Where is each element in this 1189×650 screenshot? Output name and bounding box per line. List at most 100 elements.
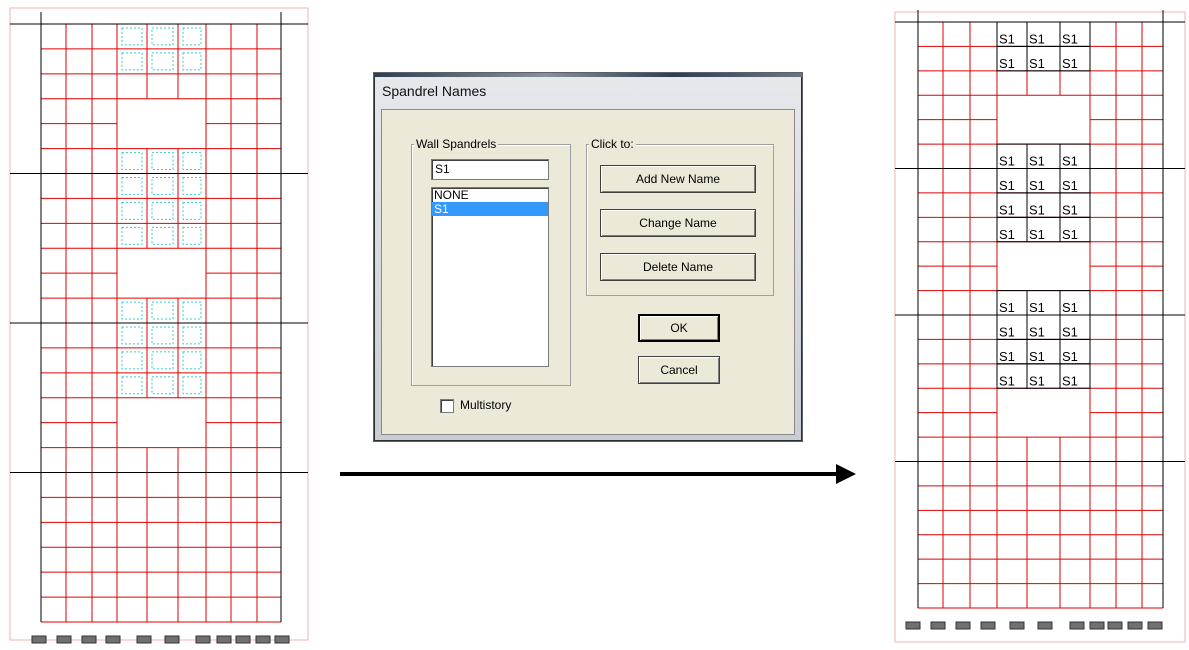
spandrel-label: S1 xyxy=(1029,300,1045,315)
spandrel-label: S1 xyxy=(1029,373,1045,388)
spandrel-marker-icon xyxy=(121,376,143,395)
spandrel-label: S1 xyxy=(1062,227,1078,242)
spandrel-marker-icon xyxy=(121,52,143,71)
spandrel-label: S1 xyxy=(999,154,1015,169)
spandrel-marker-icon xyxy=(182,152,202,170)
spandrel-marker-icon xyxy=(151,351,174,370)
spandrel-label: S1 xyxy=(1062,31,1078,46)
elevation-after: S1 S1 S1 S1 S1 S1 S1 S1 S1 S1 S1 S1 S1 S1 S1 S1 S1 S1 S1 S1… xyxy=(894,10,1186,643)
spandrel-marker-icon xyxy=(151,376,174,395)
spandrel-marker-icon xyxy=(182,52,202,71)
spandrel-label: S1 xyxy=(1029,349,1045,364)
support-icon xyxy=(31,635,47,644)
support-icon xyxy=(905,621,921,630)
title-bar xyxy=(374,73,802,77)
spandrel-label: S1 xyxy=(999,373,1015,388)
support-icon xyxy=(216,635,232,644)
spandrel-marker-icon xyxy=(182,177,202,195)
spandrel-names-dialog: Spandrel Names Wall Spandrels S1 NONE S1… xyxy=(373,72,803,442)
click-to-group: Click to: Add New Name Change Name Delet… xyxy=(586,137,774,296)
spandrel-label: S1 xyxy=(1062,373,1078,388)
support-icon xyxy=(195,635,211,644)
spandrel-label: S1 xyxy=(999,56,1015,71)
panel-border xyxy=(9,7,309,641)
spandrel-marker-icon xyxy=(182,376,202,395)
spandrel-label: S1 xyxy=(1029,227,1045,242)
spandrel-marker-icon xyxy=(182,351,202,370)
dialog-client-area: Wall Spandrels S1 NONE S1 Click to: Add … xyxy=(381,109,795,435)
spandrel-label: S1 xyxy=(1029,202,1045,217)
support-icon xyxy=(930,621,946,630)
spandrel-label: S1 xyxy=(999,178,1015,193)
spandrel-marker-icon xyxy=(121,27,143,46)
spandrel-marker-icon xyxy=(121,351,143,370)
support-icon xyxy=(955,621,971,630)
support-icon xyxy=(274,635,290,644)
spandrel-marker-icon xyxy=(121,301,143,320)
spandrel-marker-icon xyxy=(121,152,143,170)
spandrel-marker-icon xyxy=(121,201,143,220)
spandrel-label: S1 xyxy=(1062,154,1078,169)
spandrel-marker-icon xyxy=(151,301,174,320)
elevation-before xyxy=(9,7,309,644)
delete-name-button[interactable]: Delete Name xyxy=(600,253,756,281)
support-icon xyxy=(1147,621,1163,630)
spandrel-label: S1 xyxy=(1062,349,1078,364)
support-icon xyxy=(81,635,97,644)
add-new-name-button[interactable]: Add New Name xyxy=(600,165,756,193)
spandrel-marker-icon xyxy=(182,27,202,46)
spandrel-marker-icon xyxy=(182,201,202,220)
cancel-button[interactable]: Cancel xyxy=(638,356,720,384)
spandrel-marker-icon xyxy=(182,226,202,245)
dialog-title: Spandrel Names xyxy=(382,83,487,99)
spandrel-label: S1 xyxy=(1062,300,1078,315)
spandrel-marker-icon xyxy=(121,226,143,245)
spandrel-label: S1 xyxy=(1029,154,1045,169)
spandrel-marker-icon xyxy=(151,177,174,195)
spandrel-label: S1 xyxy=(1029,324,1045,339)
spandrel-label: S1 xyxy=(1062,56,1078,71)
spandrel-marker-icon xyxy=(151,27,174,46)
support-icon xyxy=(1069,621,1085,630)
support-icon xyxy=(136,635,152,644)
support-icon xyxy=(1107,621,1123,630)
spandrel-marker-icon xyxy=(121,326,143,345)
spandrel-marker-icon xyxy=(151,52,174,71)
spandrel-label: S1 xyxy=(999,324,1015,339)
support-icon xyxy=(235,635,251,644)
spandrel-marker-icon xyxy=(182,301,202,320)
spandrel-marker-icon xyxy=(151,326,174,345)
spandrel-label: S1 xyxy=(1062,202,1078,217)
spandrel-label: S1 xyxy=(1029,178,1045,193)
spandrel-marker-icon xyxy=(151,226,174,245)
spandrel-names-list[interactable]: NONE S1 xyxy=(431,187,549,367)
spandrel-label: S1 xyxy=(999,227,1015,242)
multistory-label: Multistory xyxy=(460,398,512,412)
support-icon xyxy=(105,635,121,644)
spandrel-label: S1 xyxy=(1062,324,1078,339)
spandrel-marker-icon xyxy=(121,177,143,195)
support-icon xyxy=(1127,621,1143,630)
multistory-checkbox[interactable] xyxy=(440,399,454,413)
arrow-head xyxy=(836,464,856,484)
click-to-label: Click to: xyxy=(589,137,636,151)
spandrel-label: S1 xyxy=(999,349,1015,364)
spandrel-label: S1 xyxy=(1062,178,1078,193)
spandrel-label: S1 xyxy=(1029,31,1045,46)
wall-spandrels-label: Wall Spandrels xyxy=(414,137,499,151)
wall-spandrels-group: Wall Spandrels S1 NONE S1 xyxy=(411,137,571,386)
spandrel-marker-icon xyxy=(182,326,202,345)
spandrel-label: S1 xyxy=(999,31,1015,46)
list-item-none[interactable]: NONE xyxy=(432,188,548,202)
change-name-button[interactable]: Change Name xyxy=(600,209,756,237)
spandrel-name-input[interactable]: S1 xyxy=(431,159,549,180)
spandrel-label: S1 xyxy=(1029,56,1045,71)
spandrel-label: S1 xyxy=(999,202,1015,217)
support-icon xyxy=(1037,621,1053,630)
ok-button[interactable]: OK xyxy=(638,314,720,342)
spandrel-marker-icon xyxy=(151,201,174,220)
list-item-s1[interactable]: S1 xyxy=(432,202,548,216)
support-icon xyxy=(980,621,996,630)
spandrel-label: S1 xyxy=(999,300,1015,315)
support-icon xyxy=(164,635,180,644)
